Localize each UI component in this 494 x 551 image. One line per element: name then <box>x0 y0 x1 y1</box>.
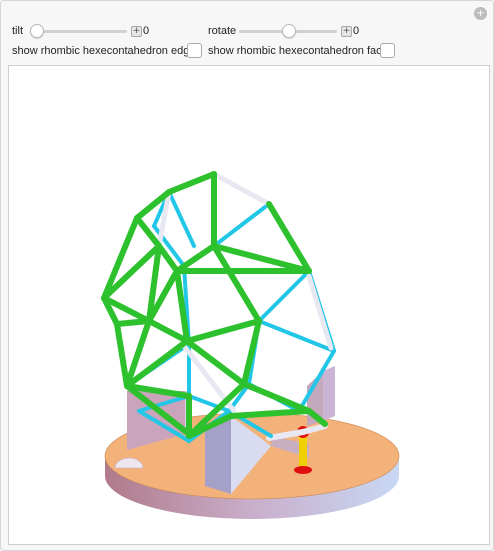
graphics-view[interactable] <box>8 65 490 545</box>
faces-checkbox-label: show rhombic hexecontahedron faces <box>208 45 394 57</box>
tilt-value: 0 <box>143 25 150 37</box>
rotate-value: 0 <box>353 25 360 37</box>
tilt-slider[interactable] <box>31 30 127 33</box>
green-struts <box>101 171 328 439</box>
demonstration-panel: + tilt + 0 rotate + 0 show rhombic hexec… <box>0 0 494 551</box>
rotate-plus-icon[interactable]: + <box>341 26 352 37</box>
rotate-slider-thumb[interactable] <box>282 24 296 38</box>
3d-model-graphic[interactable] <box>9 66 489 544</box>
edges-checkbox[interactable] <box>187 43 202 58</box>
tilt-plus-icon[interactable]: + <box>131 26 142 37</box>
faces-checkbox[interactable] <box>380 43 395 58</box>
tilt-slider-thumb[interactable] <box>30 24 44 38</box>
gear-icon[interactable]: + <box>474 7 487 20</box>
rotate-label: rotate <box>208 25 237 37</box>
tilt-label: tilt <box>12 25 23 37</box>
edges-checkbox-label: show rhombic hexecontahedron edges <box>12 45 201 57</box>
